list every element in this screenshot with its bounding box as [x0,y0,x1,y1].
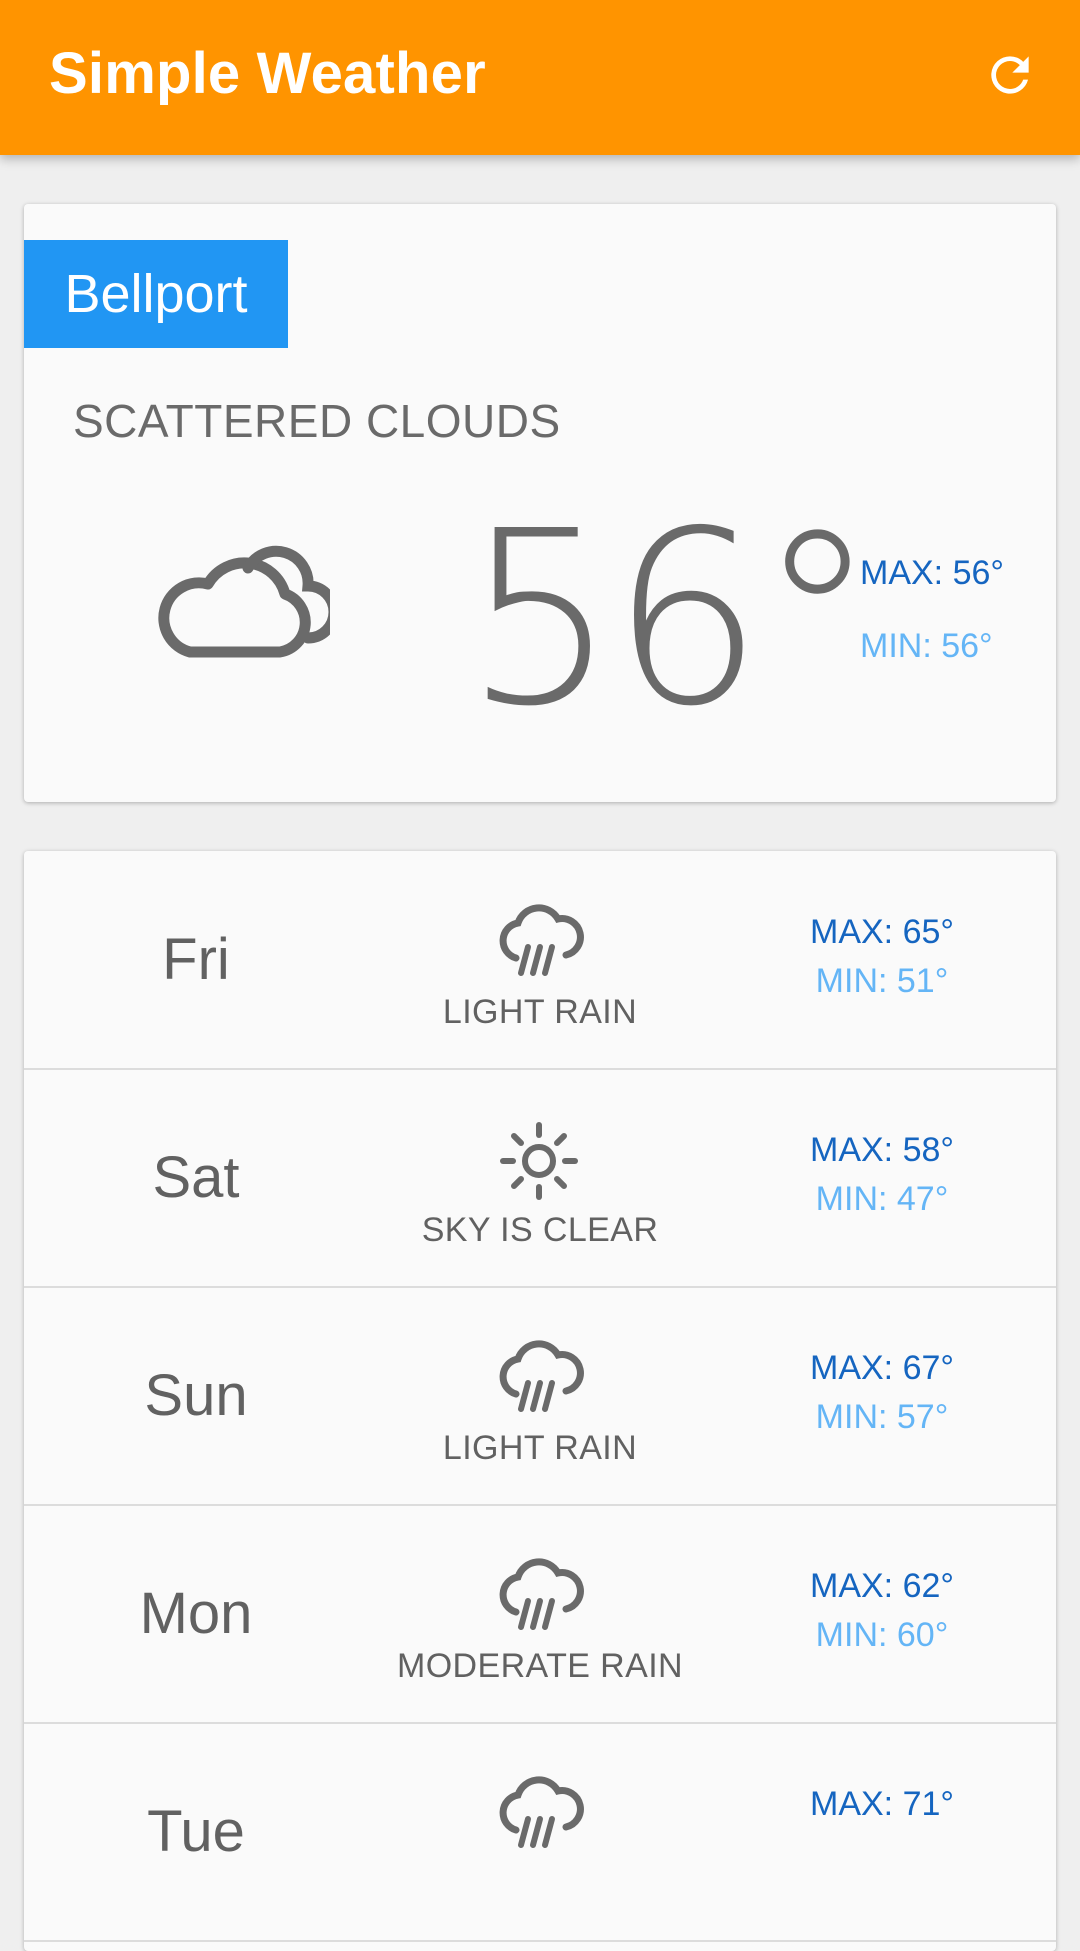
forecast-max: MAX: 67° [810,1349,954,1387]
current-temperature: 56° [464,479,877,759]
forecast-row[interactable]: Sun LIGHT RAIN MAX: 67° MIN: 57° [24,1287,1056,1506]
forecast-max: MAX: 58° [810,1131,954,1169]
forecast-description: SKY IS CLEAR [421,1211,659,1249]
forecast-description: LIGHT RAIN [442,993,638,1031]
forecast-min: MIN: 47° [815,1180,949,1218]
cloud-icon [158,545,330,658]
rain-icon [499,1340,584,1412]
forecast-max: MAX: 62° [810,1567,954,1605]
current-condition: SCATTERED CLOUDS [73,395,561,447]
app-bar: Simple Weather [0,0,1080,155]
city-name[interactable]: Bellport [24,240,288,348]
forecast-description: LIGHT RAIN [442,1429,638,1467]
refresh-button[interactable] [975,40,1045,110]
forecast-day: Mon [139,1581,253,1646]
forecast-day: Tue [147,1799,245,1864]
forecast-list: Fri LIGHT RAIN MAX: 65° MIN: 51° Sat SKY… [24,851,1056,1951]
refresh-icon [991,56,1029,94]
forecast-min: MIN: 60° [815,1616,949,1654]
forecast-min: MIN: 51° [815,962,949,1000]
forecast-min: MIN: 57° [815,1398,949,1436]
forecast-day: Sun [144,1363,248,1428]
sun-icon [500,1122,578,1200]
rain-icon [499,1776,584,1848]
current-weather-card: Bellport SCATTERED CLOUDS 56° MAX: 56° M… [24,204,1056,802]
app-title: Simple Weather [49,41,486,106]
forecast-day: Sat [152,1145,240,1210]
forecast-row[interactable]: Mon MODERATE RAIN MAX: 62° MIN: 60° [24,1505,1056,1724]
current-min: MIN: 56° [860,627,993,665]
current-max: MAX: 56° [860,554,1004,592]
forecast-max: MAX: 71° [810,1785,954,1823]
rain-icon [499,1558,584,1630]
forecast-row[interactable]: Sat SKY IS CLEAR MAX: 58° MIN: 47° [24,1069,1056,1288]
forecast-max: MAX: 65° [810,913,954,951]
rain-icon [499,904,584,976]
forecast-description: MODERATE RAIN [396,1647,684,1685]
forecast-day: Fri [162,927,230,992]
forecast-row[interactable]: Fri LIGHT RAIN MAX: 65° MIN: 51° [24,851,1056,1070]
